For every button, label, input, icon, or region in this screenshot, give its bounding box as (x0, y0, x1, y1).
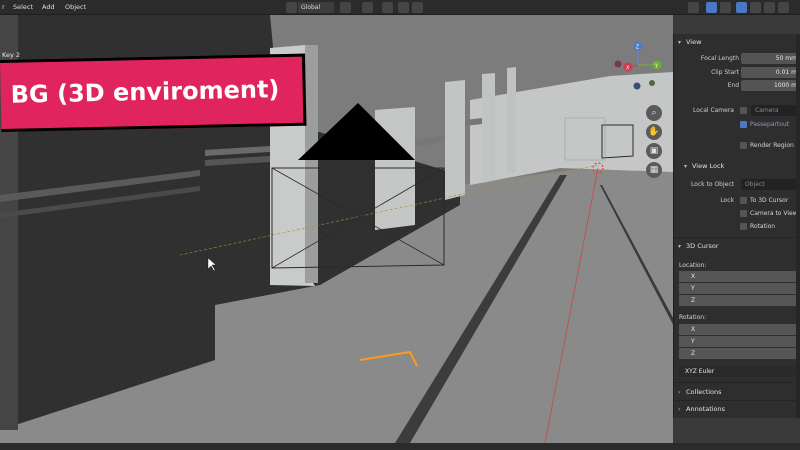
rotation-lock-label: Rotation (750, 223, 776, 230)
chevron-down-icon: ▾ (678, 243, 682, 250)
passepartout-label: Passepartout (750, 121, 790, 128)
menu-select[interactable]: Select (13, 3, 33, 11)
back-wall (470, 72, 673, 185)
to-3d-cursor-label: To 3D Cursor (750, 197, 789, 204)
local-camera-label: Local Camera (692, 107, 734, 114)
menu-object[interactable]: Object (65, 3, 86, 11)
local-camera-field[interactable]: Camera (751, 105, 800, 116)
clip-end-value: 1000 m (773, 82, 797, 89)
clip-end-label: End (727, 82, 739, 89)
view-lock-title: View Lock (692, 162, 725, 170)
rotation-x-label: X (691, 326, 696, 333)
keyframe-label: Key 2 (2, 51, 20, 59)
proportional-icon[interactable] (398, 2, 409, 13)
rotation-z-label: Z (691, 350, 696, 357)
title-banner: BG (3D enviroment) (0, 53, 307, 132)
hand-pan-icon[interactable]: ✋ (646, 124, 662, 140)
gizmo-z-label: Z (636, 45, 640, 51)
annotations-section-header[interactable]: › Annotations (674, 403, 800, 416)
clip-start-value: 0.01 m (775, 69, 797, 76)
clip-start-label: Clip Start (711, 69, 739, 76)
transform-orientation-value: Global (301, 4, 321, 11)
shading-wire-icon[interactable] (750, 2, 761, 13)
chevron-right-icon: › (678, 406, 681, 413)
sidebar-tab-strip[interactable] (796, 34, 800, 418)
pillar-3 (445, 80, 465, 200)
local-camera-value: Camera (755, 107, 779, 114)
zoom-icon[interactable]: ⌕ (646, 105, 662, 121)
falloff-icon[interactable] (412, 2, 423, 13)
rotation-y-field[interactable]: Y (679, 336, 800, 347)
location-y-label: Y (691, 285, 695, 292)
focal-length-value: 50 mm (775, 55, 797, 62)
n-panel-sidebar: ▾ View Focal Length 50 mm Clip Start 0.01… (673, 34, 800, 418)
3d-cursor-title: 3D Cursor (686, 242, 719, 250)
rotation-z-field[interactable]: Z (679, 348, 800, 359)
view-lock-section-header[interactable]: ▾ View Lock (674, 160, 800, 173)
rotation-mode-select[interactable]: XYZ Euler (679, 366, 800, 377)
location-y-field[interactable]: Y (679, 283, 800, 294)
shading-solid-icon[interactable] (764, 2, 775, 13)
focal-length-label: Focal Length (700, 55, 739, 62)
collections-section-header[interactable]: › Collections (674, 386, 800, 399)
lock-to-object-label: Lock to Object (690, 181, 734, 188)
passepartout-checkbox[interactable] (740, 121, 747, 128)
3d-cursor-section-header[interactable]: ▾ 3D Cursor (674, 240, 800, 253)
view-section-title: View (686, 38, 702, 46)
collections-title: Collections (686, 388, 722, 396)
render-region-label: Render Region (750, 142, 794, 149)
location-x-field[interactable]: X (679, 271, 800, 282)
location-z-label: Z (691, 297, 696, 304)
to-3d-cursor-checkbox[interactable] (740, 197, 747, 204)
camera-to-view-checkbox[interactable] (740, 210, 747, 217)
gizmo-icon[interactable] (688, 2, 699, 13)
chevron-down-icon: ▾ (684, 163, 688, 170)
lock-label: Lock (720, 197, 734, 204)
banner-text: BG (3D enviroment) (10, 75, 280, 109)
pillar-5 (507, 67, 516, 174)
lock-to-object-field[interactable]: Object (741, 179, 800, 190)
local-camera-checkbox[interactable] (740, 107, 747, 114)
location-x-label: X (691, 273, 696, 280)
camera-view-icon[interactable]: ▣ (646, 143, 662, 159)
chevron-right-icon: › (678, 389, 681, 396)
transform-orientation-select[interactable]: Global (298, 2, 334, 13)
rotation-label: Rotation: (679, 314, 707, 321)
3d-viewport[interactable]: Z Y X Key 2 BG (3D enviroment) ⌕ ✋ ▣ ▦ (0, 15, 673, 443)
navigation-tools: ⌕ ✋ ▣ ▦ (646, 105, 664, 181)
overlay-icon[interactable] (706, 2, 717, 13)
chevron-down-icon: ▾ (678, 39, 682, 46)
gizmo-x-label: X (626, 65, 630, 71)
rotation-mode-value: XYZ Euler (685, 368, 715, 375)
location-label: Location: (679, 262, 707, 269)
rotation-lock-checkbox[interactable] (740, 223, 747, 230)
pivot-icon[interactable] (340, 2, 351, 13)
view-section-header[interactable]: ▾ View (674, 36, 800, 49)
orientation-icon[interactable] (286, 2, 297, 13)
viewport-header: r Select Add Object Global (0, 0, 800, 15)
snap-icon[interactable] (362, 2, 373, 13)
lock-to-object-placeholder: Object (745, 181, 765, 188)
clip-end-field[interactable]: 1000 m (741, 80, 800, 91)
location-z-field[interactable]: Z (679, 295, 800, 306)
annotations-title: Annotations (686, 405, 726, 413)
rotation-x-field[interactable]: X (679, 324, 800, 335)
xray-icon[interactable] (736, 2, 747, 13)
timeline-strip (0, 443, 800, 450)
menu-add[interactable]: Add (42, 3, 55, 11)
shading-material-icon[interactable] (778, 2, 789, 13)
pillar-4 (482, 73, 495, 183)
render-region-checkbox[interactable] (740, 142, 747, 149)
grid-view-icon[interactable]: ▦ (646, 162, 662, 178)
overlay-dropdown-icon[interactable] (720, 2, 731, 13)
focal-length-field[interactable]: 50 mm (741, 53, 800, 64)
camera-to-view-label: Camera to View (750, 210, 798, 217)
clip-start-field[interactable]: 0.01 m (741, 67, 800, 78)
snap-target-icon[interactable] (382, 2, 393, 13)
menu-view[interactable]: r (2, 3, 5, 11)
rotation-y-label: Y (691, 338, 695, 345)
